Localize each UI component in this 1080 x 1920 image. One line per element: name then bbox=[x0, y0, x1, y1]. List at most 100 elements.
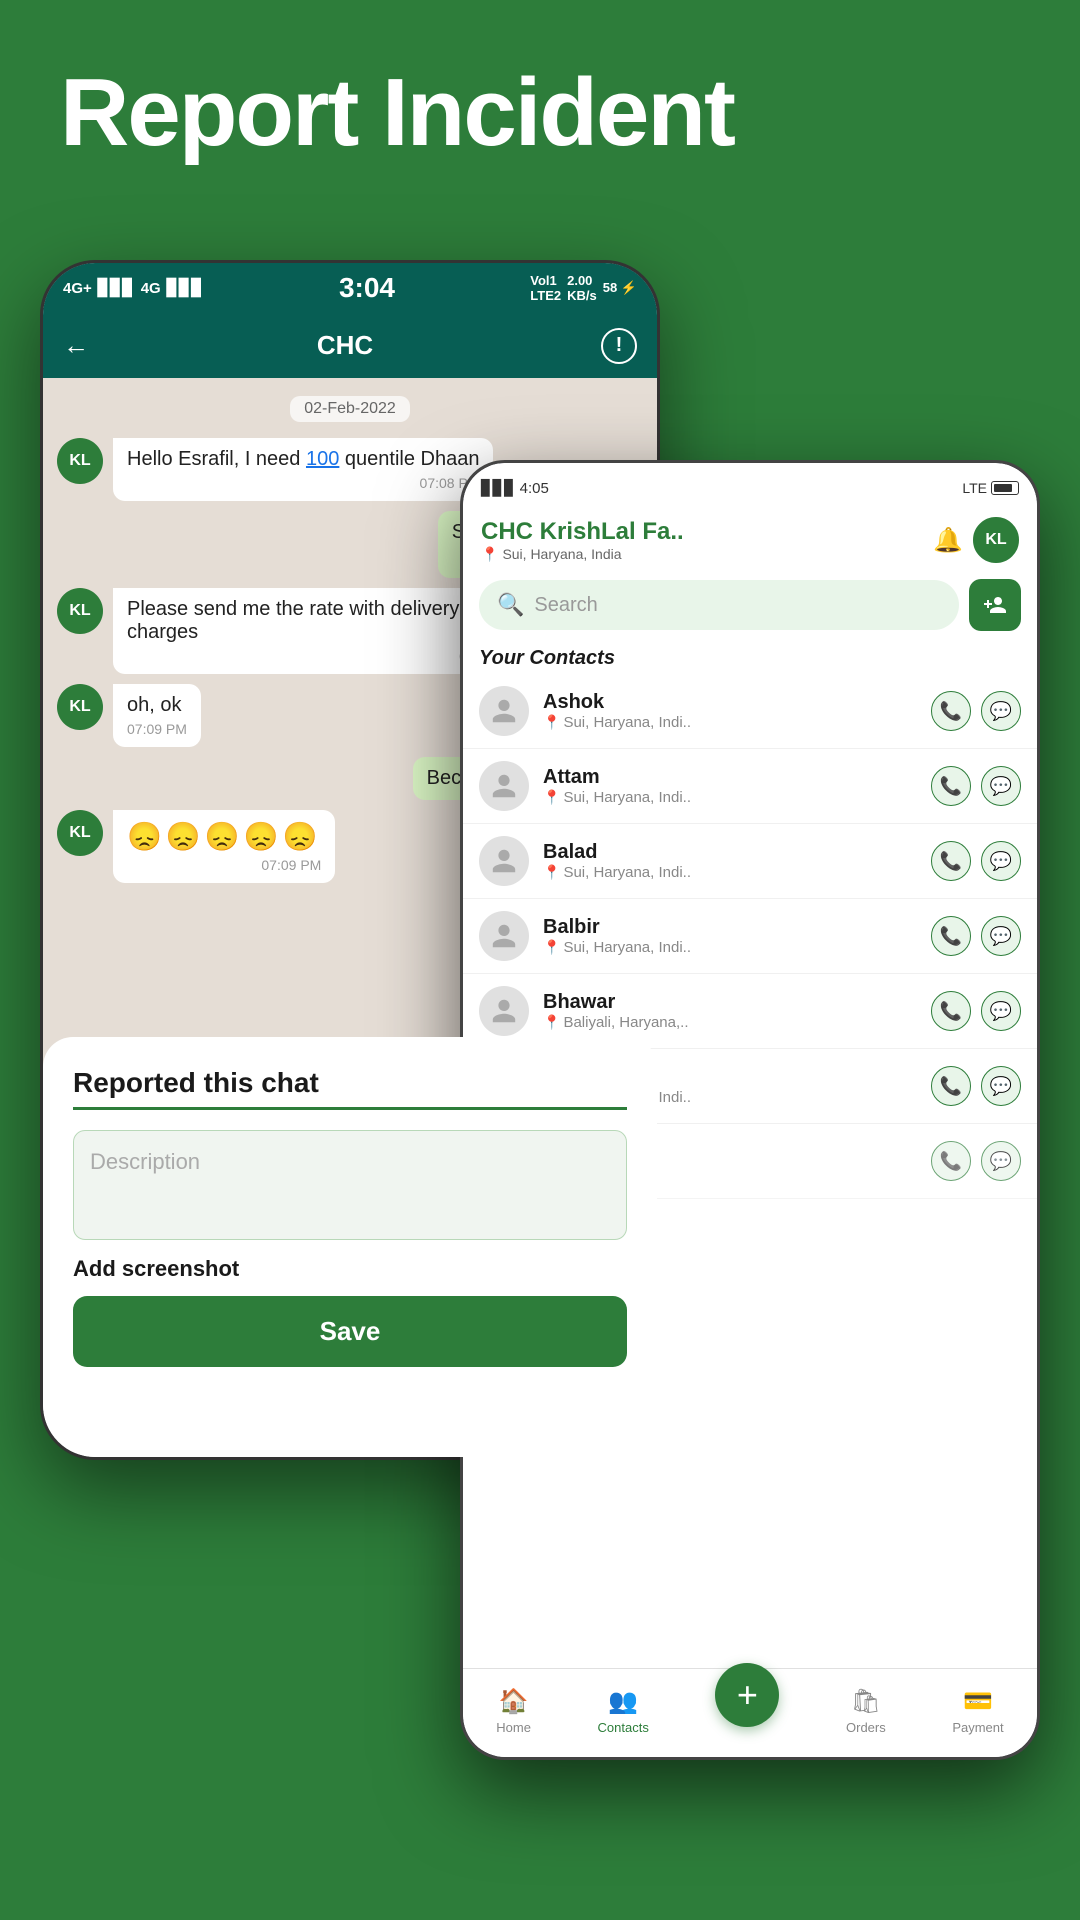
page-header: Report Incident bbox=[0, 0, 1080, 206]
pin-balad: 📍 bbox=[543, 864, 560, 881]
signal-4g-plus: 4G+ bbox=[63, 280, 92, 297]
search-placeholder: Search bbox=[534, 594, 597, 617]
orders-icon: 🛍 bbox=[851, 1687, 881, 1716]
message-button-ashok[interactable]: 💬 bbox=[981, 691, 1021, 731]
status-time-back: 3:04 bbox=[339, 272, 395, 304]
sb-left: ▊▊▊ 4:05 bbox=[481, 479, 549, 497]
contacts-section: Your Contacts bbox=[463, 639, 1037, 674]
contact-location-attam: 📍 Sui, Haryana, Indi.. bbox=[543, 789, 917, 806]
vol-indicator: Vol1LTE2 bbox=[530, 273, 561, 303]
report-underline bbox=[73, 1107, 627, 1110]
location-text-balbir: Sui, Haryana, Indi.. bbox=[563, 939, 691, 956]
status-right-back: Vol1LTE2 2.00KB/s 58 ⚡ bbox=[530, 273, 637, 303]
app-location: Sui, Haryana, India bbox=[502, 546, 621, 562]
msg-text-link: 100 bbox=[306, 448, 339, 470]
phones-container: 4G+ ▊▊▊ 4G ▊▊▊ 3:04 Vol1LTE2 2.00KB/s 58… bbox=[40, 260, 1040, 1920]
contact-name-balbir: Balbir bbox=[543, 916, 917, 939]
battery-front bbox=[991, 481, 1019, 495]
report-title: Reported this chat bbox=[73, 1067, 627, 1099]
sb-time-front: 4:05 bbox=[520, 480, 549, 497]
description-placeholder: Description bbox=[90, 1149, 200, 1174]
contact-info-ashok: Ashok 📍 Sui, Haryana, Indi.. bbox=[543, 691, 917, 731]
add-screenshot-label: Add screenshot bbox=[73, 1256, 627, 1282]
app-header: CHC KrishLal Fa.. 📍 Sui, Haryana, India … bbox=[463, 507, 1037, 571]
battery-fill bbox=[994, 484, 1012, 492]
fab-add-button[interactable]: + bbox=[715, 1663, 779, 1727]
payment-icon: 💳 bbox=[963, 1687, 993, 1716]
pin-balbir: 📍 bbox=[543, 939, 560, 956]
description-input[interactable]: Description bbox=[73, 1130, 627, 1240]
pin-ashok: 📍 bbox=[543, 714, 560, 731]
message-button-balad[interactable]: 💬 bbox=[981, 841, 1021, 881]
sb-lte: LTE bbox=[962, 480, 987, 496]
contact-location-balad: 📍 Sui, Haryana, Indi.. bbox=[543, 864, 917, 881]
contact-info-attam: Attam 📍 Sui, Haryana, Indi.. bbox=[543, 766, 917, 806]
add-contact-button[interactable] bbox=[969, 579, 1021, 631]
contact-actions-attam: 📞 💬 bbox=[931, 766, 1021, 806]
chat-title: CHC bbox=[104, 330, 586, 361]
msg-text-suffix: quentile Dhaan bbox=[345, 448, 480, 470]
contact-actions-balad: 📞 💬 bbox=[931, 841, 1021, 881]
msg-text-prefix: Hello Esrafil, I need bbox=[127, 448, 306, 470]
contact-info-balad: Balad 📍 Sui, Haryana, Indi.. bbox=[543, 841, 917, 881]
bottom-nav: 🏠 Home 👥 Contacts + 🛍 Orders 💳 Payme bbox=[463, 1668, 1037, 1757]
call-button-balbir[interactable]: 📞 bbox=[931, 916, 971, 956]
msg-bubble-4: oh, ok 07:09 PM bbox=[113, 684, 201, 747]
search-bar[interactable]: 🔍 Search bbox=[479, 580, 959, 630]
message-button-attam[interactable]: 💬 bbox=[981, 766, 1021, 806]
message-button-bijender1[interactable]: 💬 bbox=[981, 1066, 1021, 1106]
message-button-bhawar[interactable]: 💬 bbox=[981, 991, 1021, 1031]
back-arrow-icon[interactable]: ← bbox=[63, 330, 89, 361]
contact-location-bhawar: 📍 Baliyali, Haryana,.. bbox=[543, 1014, 917, 1031]
message-button-bijender2[interactable]: 💬 bbox=[981, 1141, 1021, 1181]
location-text-bhawar: Baliyali, Haryana,.. bbox=[563, 1014, 688, 1031]
location-text-ashok: Sui, Haryana, Indi.. bbox=[563, 714, 691, 731]
app-title: CHC KrishLal Fa.. bbox=[481, 518, 684, 546]
msg-text-3: Please send me the rate with delivery ch… bbox=[127, 598, 459, 643]
orders-label: Orders bbox=[846, 1720, 886, 1735]
chat-header: ← CHC ! bbox=[43, 313, 657, 378]
location-text-attam: Sui, Haryana, Indi.. bbox=[563, 789, 691, 806]
contact-name-bhawar: Bhawar bbox=[543, 991, 917, 1014]
location-pin-icon: 📍 bbox=[481, 546, 498, 563]
nav-home[interactable]: 🏠 Home bbox=[496, 1687, 531, 1735]
contact-name-ashok: Ashok bbox=[543, 691, 917, 714]
contact-name-balad: Balad bbox=[543, 841, 917, 864]
contact-info-balbir: Balbir 📍 Sui, Haryana, Indi.. bbox=[543, 916, 917, 956]
contact-info-bhawar: Bhawar 📍 Baliyali, Haryana,.. bbox=[543, 991, 917, 1031]
status-left: 4G+ ▊▊▊ 4G ▊▊▊ bbox=[63, 278, 204, 298]
contact-actions-bijender1: 📞 💬 bbox=[931, 1066, 1021, 1106]
call-button-balad[interactable]: 📞 bbox=[931, 841, 971, 881]
save-button[interactable]: Save bbox=[73, 1296, 627, 1367]
call-button-bijender1[interactable]: 📞 bbox=[931, 1066, 971, 1106]
nav-payment[interactable]: 💳 Payment bbox=[952, 1687, 1003, 1735]
bell-icon[interactable]: 🔔 bbox=[933, 526, 963, 555]
app-avatar[interactable]: KL bbox=[973, 517, 1019, 563]
msg-avatar-4: KL bbox=[57, 684, 103, 730]
nav-contacts[interactable]: 👥 Contacts bbox=[598, 1687, 649, 1735]
call-button-bijender2[interactable]: 📞 bbox=[931, 1141, 971, 1181]
msg-avatar-3: KL bbox=[57, 588, 103, 634]
status-bar-back: 4G+ ▊▊▊ 4G ▊▊▊ 3:04 Vol1LTE2 2.00KB/s 58… bbox=[43, 263, 657, 313]
contact-avatar-attam bbox=[479, 761, 529, 811]
contacts-label: Contacts bbox=[598, 1720, 649, 1735]
contact-actions-bijender2: 📞 💬 bbox=[931, 1141, 1021, 1181]
nav-orders[interactable]: 🛍 Orders bbox=[846, 1687, 886, 1735]
call-button-bhawar[interactable]: 📞 bbox=[931, 991, 971, 1031]
info-icon[interactable]: ! bbox=[601, 328, 637, 364]
contact-actions-bhawar: 📞 💬 bbox=[931, 991, 1021, 1031]
pin-attam: 📍 bbox=[543, 789, 560, 806]
call-button-attam[interactable]: 📞 bbox=[931, 766, 971, 806]
contact-avatar-balbir bbox=[479, 911, 529, 961]
signal-4g: 4G bbox=[141, 280, 161, 297]
payment-label: Payment bbox=[952, 1720, 1003, 1735]
msg-bubble-1: Hello Esrafil, I need 100 quentile Dhaan… bbox=[113, 438, 493, 501]
location-text-balad: Sui, Haryana, Indi.. bbox=[563, 864, 691, 881]
app-title-block: CHC KrishLal Fa.. 📍 Sui, Haryana, India bbox=[481, 518, 684, 563]
message-button-balbir[interactable]: 💬 bbox=[981, 916, 1021, 956]
msg-avatar-1: KL bbox=[57, 438, 103, 484]
status-bar-front: ▊▊▊ 4:05 LTE bbox=[463, 463, 1037, 507]
signal-bars2: ▊▊▊ bbox=[167, 278, 204, 298]
report-dialog: Reported this chat Description Add scree… bbox=[43, 1037, 657, 1457]
call-button-ashok[interactable]: 📞 bbox=[931, 691, 971, 731]
